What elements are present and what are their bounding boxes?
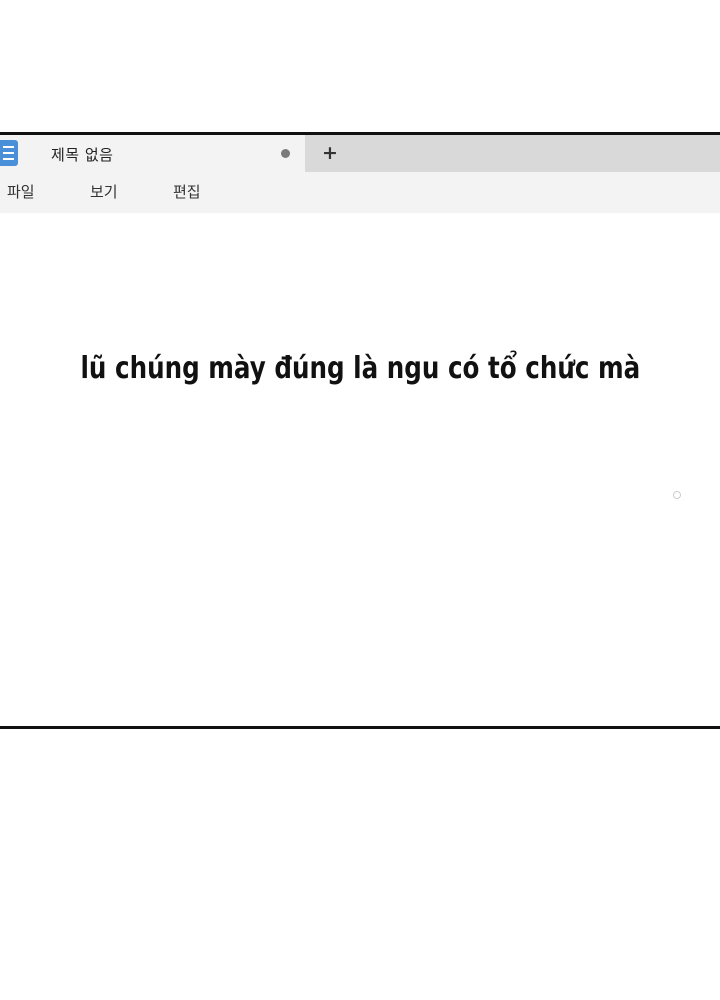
notepad-window: 제목 없음 + 파일 보기 편집 lũ chúng mày đúng là ng… [0,132,720,729]
menu-edit[interactable]: 편집 [173,181,201,202]
menu-view[interactable]: 보기 [90,181,118,202]
tab-untitled[interactable]: 제목 없음 [0,135,305,172]
text-editor-area[interactable]: lũ chúng mày đúng là ngu có tổ chức mà [0,213,720,726]
title-bar: 제목 없음 + [0,135,720,172]
notepad-app-icon [0,140,18,166]
menu-file[interactable]: 파일 [7,181,35,202]
tab-title: 제목 없음 [51,146,114,164]
new-tab-button[interactable]: + [320,142,340,164]
cursor-marker-icon [673,491,681,499]
document-text: lũ chúng mày đúng là ngu có tổ chức mà [80,351,641,386]
menu-bar: 파일 보기 편집 [0,172,720,213]
unsaved-indicator-icon[interactable] [281,149,290,158]
